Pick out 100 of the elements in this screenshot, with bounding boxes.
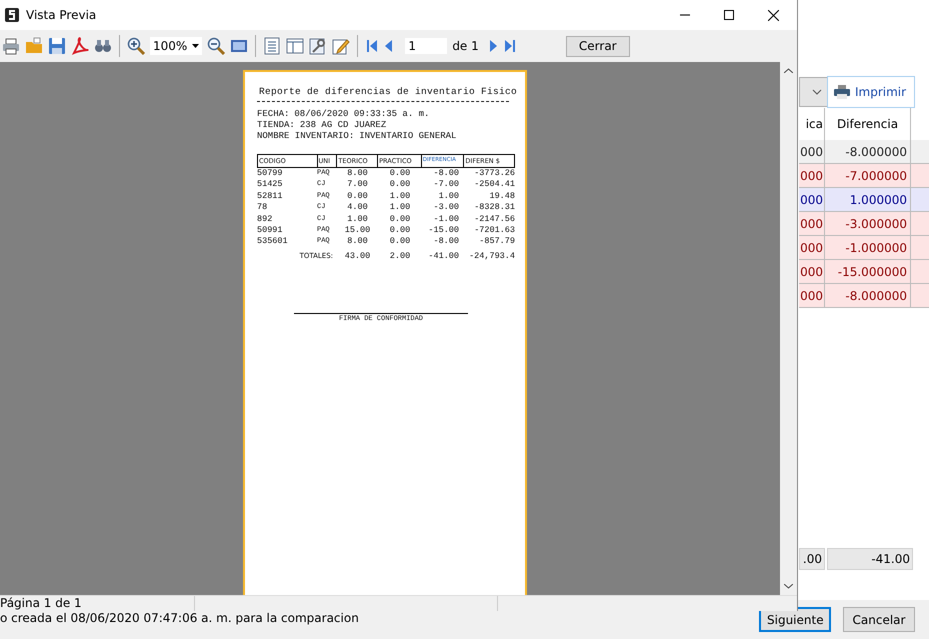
cancel-button[interactable]: Cancelar <box>843 607 915 632</box>
total-cell-text: 2.00 <box>388 250 412 262</box>
table-cell-text: 50799 <box>257 168 284 180</box>
table-cell-text: 892 <box>257 214 274 226</box>
total-cell: -41.00 <box>827 548 913 570</box>
zoom-select[interactable]: 100% <box>150 37 202 55</box>
table-cell-text: 78 <box>257 202 268 214</box>
total-cell-text: -41.00 <box>427 250 460 262</box>
status-message: o creada el 08/06/2020 07:47:06 a. m. para la comparacion <box>0 610 359 624</box>
table-cell: -1.000000 <box>825 236 911 259</box>
table-cell-text: 1.00 <box>388 202 412 214</box>
table-cell: 1.000000 <box>825 188 911 211</box>
next-page-icon[interactable] <box>488 39 498 53</box>
table-cell-text: 0.00 <box>346 190 369 202</box>
table-cell-text: 535601 <box>257 236 289 248</box>
printer-icon[interactable] <box>2 37 20 55</box>
scroll-down-icon[interactable] <box>784 584 793 589</box>
table-cell-text: -8.00 <box>432 236 460 248</box>
report-title: Reporte de diferencias de inventario Fisico <box>258 86 518 97</box>
table-cell-text: -3.00 <box>432 202 460 214</box>
maximize-icon[interactable] <box>724 10 734 20</box>
status-text: Página 1 de 1 <box>0 596 195 611</box>
table-cell-text: 52811 <box>257 190 284 202</box>
page-count: de 1 <box>452 39 479 53</box>
total-cell-text: 43.00 <box>344 250 372 262</box>
page-field[interactable]: 1 <box>405 38 448 54</box>
chevron-icon <box>812 89 822 95</box>
table-cell-text: -7201.63 <box>473 225 515 236</box>
table-cell-text: 1.00 <box>438 190 460 202</box>
field-label: FECHA: <box>257 109 290 120</box>
zoom-in-icon[interactable] <box>127 37 145 55</box>
table-row[interactable]: 000 -1.000000 <box>799 236 929 260</box>
field-value: 08/06/2020 09:33:35 a. m. <box>294 109 430 120</box>
field-label: TIENDA: <box>257 120 295 131</box>
table-cell-text: -2504.41 <box>473 179 515 191</box>
table-cell-text: -1.00 <box>432 214 460 226</box>
app-logo-icon <box>5 8 19 22</box>
close-button[interactable]: Cerrar <box>566 36 630 56</box>
monitor-icon[interactable] <box>230 37 248 55</box>
field-value: INVENTARIO GENERAL <box>359 131 456 142</box>
table-cell: 000 <box>799 284 825 307</box>
table-cell: -8.000000 <box>825 284 911 307</box>
printer-icon <box>834 85 850 99</box>
table-cell-text: -3773.26 <box>473 168 515 180</box>
table-cell-text: 8.00 <box>346 168 369 180</box>
next-button[interactable]: Siguiente <box>759 607 831 632</box>
pencil-icon[interactable] <box>332 37 350 55</box>
table-cell-text: 0.00 <box>388 168 412 180</box>
save-icon[interactable] <box>48 37 66 55</box>
binoculars-icon[interactable] <box>94 37 112 55</box>
table-row[interactable]: 000 -7.000000 <box>799 164 929 188</box>
table-cell: -3.000000 <box>825 212 911 235</box>
table-cell: 000 <box>799 140 825 163</box>
table-cell: -15.000000 <box>825 260 911 283</box>
field-label: NOMBRE INVENTARIO: <box>257 131 354 142</box>
table-cell-text: 0.00 <box>388 236 412 248</box>
previous-page-icon[interactable] <box>384 39 394 53</box>
table-cell: 000 <box>799 260 825 283</box>
table-cell-text: -15.00 <box>427 225 460 236</box>
table-cell-text: 7.00 <box>346 179 369 191</box>
zoom-out-icon[interactable] <box>207 37 226 55</box>
table-cell-text: -7.00 <box>432 179 460 191</box>
table-cell-text: -2147.56 <box>473 214 515 226</box>
print-button[interactable]: Imprimir <box>827 76 915 108</box>
table-cell-text: 1.00 <box>388 190 412 202</box>
columns-icon[interactable] <box>286 37 304 55</box>
table-row[interactable]: 000 -15.000000 <box>799 260 929 284</box>
table-cell: 000 <box>799 236 825 259</box>
close-icon[interactable] <box>768 10 779 20</box>
table-cell-text: 4.00 <box>346 202 369 214</box>
dropdown-arrow-icon <box>192 44 200 48</box>
table-cell-text: 15.00 <box>344 225 372 236</box>
table-cell-text: 0.00 <box>388 225 412 236</box>
table-cell-text: 51425 <box>257 179 284 191</box>
table-cell: -8.000000 <box>825 140 911 163</box>
table-cell-text: -857.79 <box>478 236 515 248</box>
folder-icon[interactable] <box>25 37 43 55</box>
table-cell-text: 19.48 <box>488 190 515 202</box>
table-cell-text: -8.00 <box>432 168 460 180</box>
table-cell: 000 <box>799 188 825 211</box>
table-row[interactable]: 000 -8.000000 <box>799 140 929 164</box>
table-cell: 000 <box>799 164 825 187</box>
list-icon[interactable] <box>263 37 282 55</box>
table-cell-text: -8328.31 <box>473 202 515 214</box>
table-cell-text: 1.00 <box>346 214 369 226</box>
last-page-icon[interactable] <box>502 39 517 53</box>
table-row[interactable]: 000 -3.000000 <box>799 212 929 236</box>
first-page-icon[interactable] <box>365 39 380 53</box>
table-row[interactable]: 000 1.000000 <box>799 188 929 212</box>
window-title: Vista Previa <box>26 8 96 22</box>
total-cell-text: -24,793.4 <box>468 250 515 262</box>
table-cell: 000 <box>799 212 825 235</box>
table-row[interactable]: 000 -8.000000 <box>799 284 929 308</box>
total-cell: .00 <box>799 548 825 570</box>
scroll-up-icon[interactable] <box>784 68 793 73</box>
field-value: 238 AG CD JUAREZ <box>300 120 386 131</box>
pdf-icon[interactable] <box>71 37 89 55</box>
table-cell-text: 8.00 <box>346 236 369 248</box>
table-cell-text: 0.00 <box>388 214 412 226</box>
scrollbar[interactable] <box>780 62 797 595</box>
